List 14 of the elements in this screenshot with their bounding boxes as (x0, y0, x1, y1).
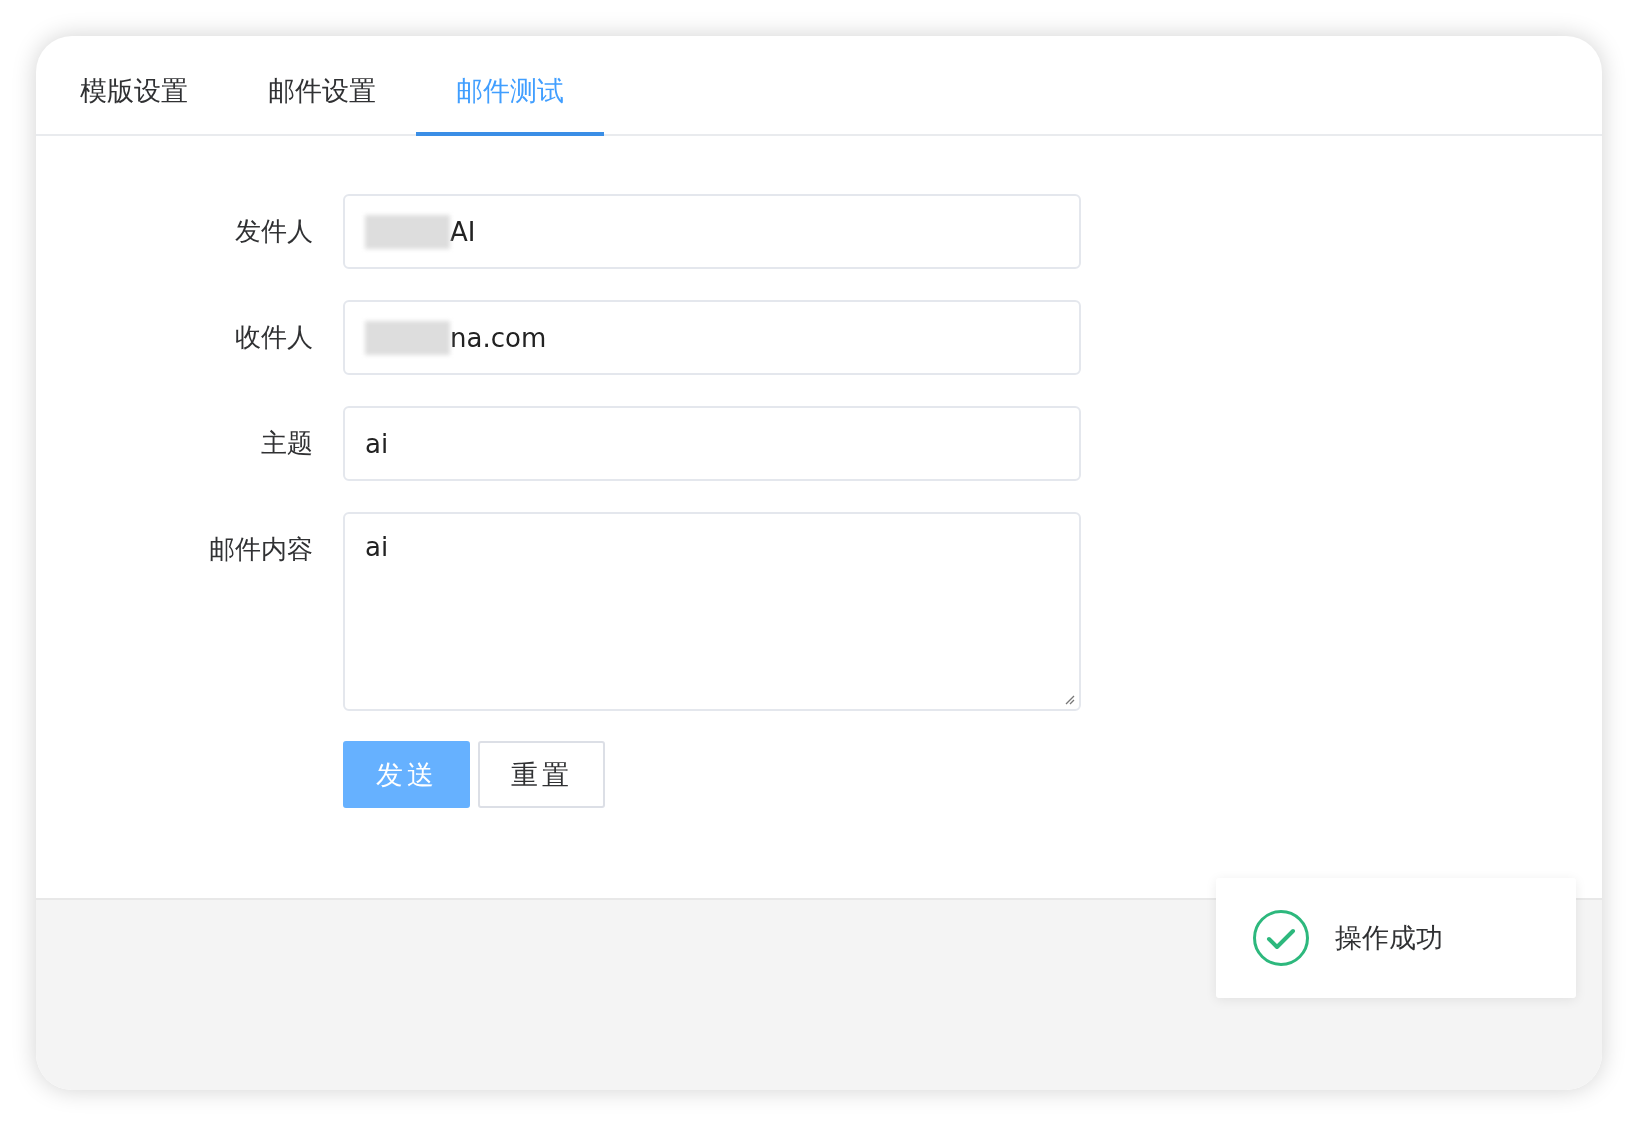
input-field[interactable]: na.com (343, 300, 1081, 375)
textarea-field[interactable]: ai (343, 512, 1081, 711)
tab[interactable]: 邮件设置 (228, 36, 416, 136)
input-field[interactable]: AI (343, 194, 1081, 269)
reset-button[interactable]: 重置 (478, 741, 605, 808)
input-field[interactable]: ai (343, 406, 1081, 481)
field-label: 主题 (260, 427, 314, 460)
tab[interactable]: 模版设置 (40, 36, 228, 136)
field-label: 发件人 (234, 215, 314, 248)
success-check-icon (1252, 909, 1310, 967)
toast-message: 操作成功 (1335, 921, 1443, 955)
field-label: 收件人 (234, 321, 314, 354)
field-label: 邮件内容 (208, 533, 314, 566)
resize-handle-icon[interactable] (1063, 693, 1075, 705)
